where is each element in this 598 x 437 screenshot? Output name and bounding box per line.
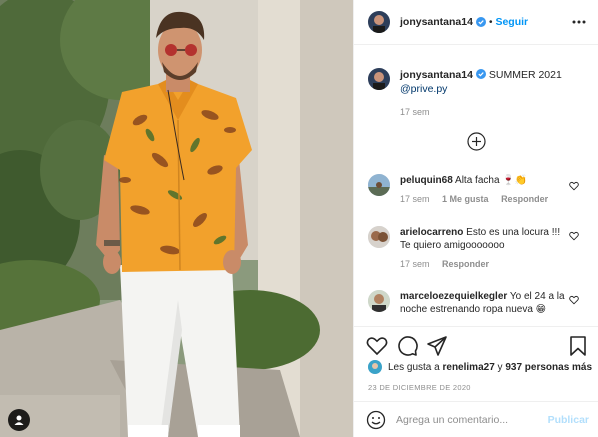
caption-time: 17 sem	[400, 107, 430, 117]
comment-item: marceloezequielkegler Yo el 24 a la noch…	[368, 290, 570, 316]
load-more-comments-icon[interactable]	[467, 132, 486, 151]
add-comment-bar: Publicar	[354, 401, 598, 437]
comment-avatar[interactable]	[368, 174, 390, 196]
verified-badge-icon	[475, 69, 486, 79]
comment-like-heart-icon[interactable]	[569, 295, 579, 305]
likes-user-link[interactable]: renelima27	[443, 362, 495, 373]
comment-avatar[interactable]	[368, 290, 390, 312]
post-caption: jonysantana14 SUMMER 2021 @prive.py 17 s…	[368, 68, 590, 119]
caption-text: SUMMER 2021	[488, 69, 562, 81]
liker-avatar-image	[368, 360, 382, 374]
liker-avatar[interactable]	[368, 360, 382, 374]
reply-button[interactable]: Responder	[501, 194, 548, 204]
comment-username[interactable]: marceloezequielkegler	[400, 291, 507, 302]
post-sidebar: jonysantana14 • Seguir jonysantana14 SUM…	[353, 0, 598, 437]
comment-avatar-image	[368, 290, 390, 312]
comment-time: 17 sem	[400, 259, 430, 269]
more-options-icon	[572, 20, 586, 24]
post-photo[interactable]	[0, 0, 353, 437]
comment-body: arielocarreno Esto es una locura !!! Te …	[400, 226, 570, 271]
comment-input[interactable]	[396, 413, 546, 426]
comment-username[interactable]: peluquin68	[400, 175, 453, 186]
comment-meta: 17 sem Responder	[400, 258, 570, 271]
share-icon[interactable]	[426, 335, 448, 357]
save-icon[interactable]	[567, 335, 589, 357]
comment-item: peluquin68 Alta facha 🍷👏 17 sem 1 Me gus…	[368, 174, 570, 206]
caption-avatar-image	[368, 68, 390, 90]
comments-list[interactable]: jonysantana14 SUMMER 2021 @prive.py 17 s…	[354, 46, 598, 326]
comment-meta: 17 sem 1 Me gusta Responder	[400, 193, 570, 206]
likes-prefix: Les gusta a	[388, 361, 440, 373]
comment-icon[interactable]	[396, 335, 418, 357]
comment-likes[interactable]: 1 Me gusta	[442, 194, 489, 204]
author-avatar-image	[368, 11, 390, 33]
more-options-button[interactable]	[571, 14, 587, 30]
heart-icon[interactable]	[366, 335, 388, 357]
author-username[interactable]: jonysantana14	[400, 16, 473, 28]
caption-username[interactable]: jonysantana14	[400, 69, 473, 81]
caption-meta: 17 sem	[400, 105, 590, 119]
caption-avatar[interactable]	[368, 68, 390, 90]
verified-badge-icon	[475, 17, 486, 27]
comment-avatar-image	[368, 226, 390, 248]
post-photo-image	[0, 0, 353, 437]
likes-count-link[interactable]: 937 personas más	[505, 362, 592, 373]
author-avatar[interactable]	[368, 11, 390, 33]
emoji-icon[interactable]	[366, 410, 386, 430]
likes-summary: Les gusta a renelima27 y 937 personas má…	[368, 360, 592, 374]
comment-body: marceloezequielkegler Yo el 24 a la noch…	[400, 290, 570, 316]
caption-text-block: jonysantana14 SUMMER 2021 @prive.py 17 s…	[400, 68, 590, 119]
user-tag-button[interactable]	[8, 409, 30, 431]
caption-mention-link[interactable]: @prive.py	[400, 82, 590, 96]
comment-like-heart-icon[interactable]	[569, 181, 579, 191]
comment-avatar-image	[368, 174, 390, 196]
comment-avatar[interactable]	[368, 226, 390, 248]
comment-like-heart-icon[interactable]	[569, 231, 579, 241]
likes-middle: y	[497, 361, 503, 373]
follow-button[interactable]: Seguir	[495, 16, 528, 28]
comment-time: 17 sem	[400, 194, 430, 204]
comment-body: peluquin68 Alta facha 🍷👏 17 sem 1 Me gus…	[400, 174, 570, 206]
post-date: 23 DE DICIEMBRE DE 2020	[368, 383, 471, 392]
post-header: jonysantana14 • Seguir	[354, 0, 598, 45]
reply-button[interactable]: Responder	[442, 259, 489, 269]
user-tag-icon	[14, 415, 24, 425]
comment-text: Alta facha 🍷👏	[455, 175, 528, 186]
publish-button[interactable]: Publicar	[548, 414, 589, 426]
comment-item: arielocarreno Esto es una locura !!! Te …	[368, 226, 570, 271]
header-separator: •	[488, 16, 493, 28]
comment-username[interactable]: arielocarreno	[400, 227, 463, 238]
